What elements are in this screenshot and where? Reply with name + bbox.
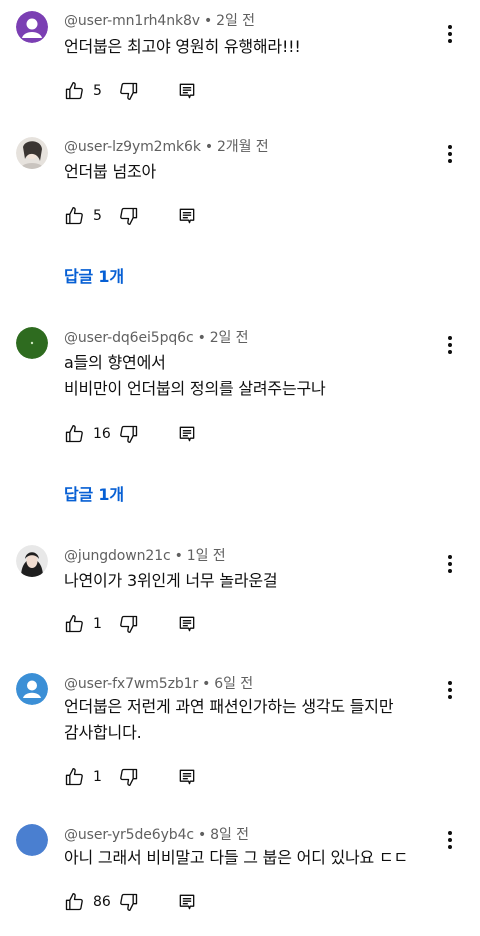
comment-text: 언더붑 넘조아 <box>64 162 157 181</box>
comment-actions: 5 <box>64 79 197 103</box>
meta-separator: • <box>197 827 207 843</box>
like-count: 86 <box>93 894 111 910</box>
view-replies-link[interactable]: 답글 1개 <box>64 263 124 287</box>
comment-age: 8일 전 <box>210 827 249 843</box>
reply-button[interactable] <box>177 424 197 444</box>
meta-separator: • <box>174 548 183 564</box>
like-count: 16 <box>93 426 111 442</box>
meta-separator: • <box>203 13 213 29</box>
meta-separator: • <box>204 139 213 155</box>
view-replies-link[interactable]: 답글 1개 <box>64 481 124 505</box>
comment-icon <box>179 894 195 910</box>
reply-button[interactable] <box>177 81 197 101</box>
author-handle[interactable]: @user-fx7wm5zb1r <box>64 676 198 692</box>
like-count: 5 <box>93 83 102 99</box>
dislike-button[interactable] <box>119 206 139 226</box>
dislike-button[interactable] <box>119 614 139 634</box>
like-count: 1 <box>93 769 102 785</box>
reply-button[interactable] <box>177 206 197 226</box>
comment-icon <box>179 616 195 632</box>
thumb-up-icon <box>65 82 83 100</box>
comment-actions: 16 <box>64 422 197 446</box>
avatar[interactable] <box>16 137 48 169</box>
thumb-up-icon <box>65 768 83 786</box>
thumb-up-icon <box>65 893 83 911</box>
thumb-down-icon <box>120 207 138 225</box>
author-handle[interactable]: @user-dq6ei5pq6c <box>64 330 194 346</box>
like-button[interactable]: 5 <box>64 206 119 226</box>
avatar[interactable] <box>16 824 48 856</box>
more-options-icon[interactable] <box>438 552 462 576</box>
thumb-down-icon <box>120 768 138 786</box>
thumb-up-icon <box>65 425 83 443</box>
comment-icon <box>179 769 195 785</box>
thumb-down-icon <box>120 82 138 101</box>
like-button[interactable]: 16 <box>64 424 119 444</box>
comment-meta: @user-fx7wm5zb1r • 6일 전 <box>64 673 253 693</box>
reply-button[interactable] <box>177 614 197 634</box>
comment-icon <box>179 426 195 442</box>
comment-text: 언더붑은 저런게 과연 패션인가하는 생각도 들지만 감사합니다. <box>64 697 394 742</box>
comment-age: 2개월 전 <box>217 139 269 155</box>
comment-meta: @user-lz9ym2mk6k • 2개월 전 <box>64 136 269 156</box>
comment-actions: 86 <box>64 890 197 914</box>
comment-actions: 1 <box>64 765 197 789</box>
comment-meta: @jungdown21c • 1일 전 <box>64 545 226 565</box>
comment-age: 1일 전 <box>186 548 226 564</box>
comment-text: 나연이가 3위인게 너무 놀라운걸 <box>64 571 278 590</box>
author-handle[interactable]: @user-mn1rh4nk8v <box>64 13 200 29</box>
author-handle[interactable]: @user-lz9ym2mk6k <box>64 139 201 155</box>
comment-text: 아니 그래서 비비말고 다들 그 붑은 어디 있나요 ㄷㄷ <box>64 848 409 867</box>
thumb-up-icon <box>65 615 83 633</box>
thumb-down-icon <box>120 893 138 911</box>
comment-meta: @user-dq6ei5pq6c • 2일 전 <box>64 327 249 347</box>
like-count: 5 <box>93 208 102 224</box>
like-button[interactable]: 1 <box>64 767 119 787</box>
comment-icon <box>179 83 195 99</box>
comment-actions: 1 <box>64 612 197 636</box>
like-count: 1 <box>93 616 102 632</box>
thumb-down-icon <box>120 425 138 443</box>
more-options-icon[interactable] <box>438 678 462 702</box>
reply-button[interactable] <box>177 767 197 787</box>
like-button[interactable]: 1 <box>64 614 119 634</box>
comment-text: a들의 향연에서 비비만이 언더붑의 정의를 살려주는구나 <box>64 353 326 398</box>
more-options-icon[interactable] <box>438 142 462 166</box>
comment-age: 2일 전 <box>216 13 255 29</box>
like-button[interactable]: 5 <box>64 81 119 101</box>
author-handle[interactable]: @jungdown21c <box>64 548 171 564</box>
avatar[interactable] <box>16 545 48 577</box>
more-options-icon[interactable] <box>438 333 462 357</box>
comment-icon <box>179 208 195 224</box>
dislike-button[interactable] <box>119 892 139 912</box>
meta-separator: • <box>197 330 206 346</box>
meta-separator: • <box>202 676 211 692</box>
dislike-button[interactable] <box>119 424 139 444</box>
avatar[interactable] <box>16 673 48 705</box>
avatar[interactable] <box>16 327 48 359</box>
comment-text: 언더붑은 최고야 영원히 유행해라!!! <box>64 37 301 56</box>
comment-age: 6일 전 <box>214 676 253 692</box>
thumb-up-icon <box>65 207 83 225</box>
thumb-down-icon <box>120 615 138 633</box>
comment-actions: 5 <box>64 204 197 228</box>
dislike-button[interactable] <box>119 81 139 101</box>
avatar[interactable] <box>16 11 48 43</box>
dislike-button[interactable] <box>119 767 139 787</box>
comment-meta: @user-mn1rh4nk8v • 2일 전 <box>64 10 255 30</box>
more-options-icon[interactable] <box>438 828 462 852</box>
author-handle[interactable]: @user-yr5de6yb4c <box>64 827 194 843</box>
like-button[interactable]: 86 <box>64 892 119 912</box>
comment-meta: @user-yr5de6yb4c • 8일 전 <box>64 824 249 844</box>
comment-age: 2일 전 <box>209 330 249 346</box>
more-options-icon[interactable] <box>438 22 462 46</box>
reply-button[interactable] <box>177 892 197 912</box>
